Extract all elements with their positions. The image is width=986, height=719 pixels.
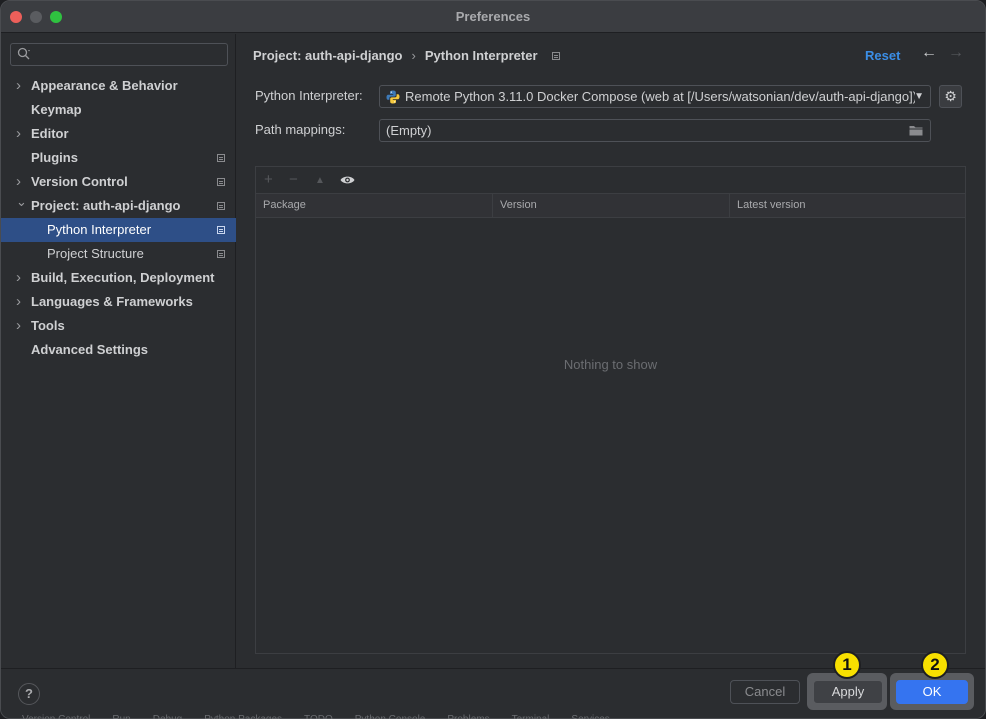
project-settings-icon — [551, 52, 560, 60]
background-tool-window-bar: Version Control Run Debug Python Packages TO… — [0, 710, 986, 719]
project-settings-icon — [217, 178, 225, 186]
tool-window-tab: Problems — [447, 714, 489, 719]
tool-window-tab: Python Console — [355, 714, 426, 719]
sidebar-item-label: Advanced Settings — [31, 342, 149, 357]
python-icon — [386, 90, 400, 104]
sidebar-item-label: Appearance & Behavior — [31, 78, 178, 93]
sidebar-item[interactable]: Project Structure — [1, 242, 236, 266]
empty-state-text: Nothing to show — [563, 357, 658, 372]
cancel-button[interactable]: Cancel — [730, 680, 800, 704]
folder-icon[interactable] — [909, 125, 923, 136]
sidebar-item[interactable]: › Version Control — [1, 170, 236, 194]
sidebar-item[interactable]: › Editor — [1, 122, 236, 146]
gear-icon[interactable]: ⚙ — [939, 85, 962, 108]
sidebar-item-label: Build, Execution, Deployment — [31, 270, 215, 285]
step-badge-ok: 2 — [921, 651, 949, 679]
column-header-package[interactable]: Package — [256, 194, 492, 217]
tool-window-tab: Services — [571, 714, 609, 719]
breadcrumb-project[interactable]: Project: auth-api-django — [253, 48, 403, 63]
path-mappings-field[interactable]: (Empty) — [379, 119, 931, 142]
chevron-down-icon: ▼ — [914, 91, 924, 102]
remove-package-button[interactable]: − — [289, 170, 298, 190]
sidebar-item[interactable]: Keymap — [1, 98, 236, 122]
settings-sidebar: › Appearance & Behavior Keymap › Editor Plugi… — [1, 34, 236, 668]
sidebar-item[interactable]: Python Interpreter — [1, 218, 236, 242]
preferences-window: Preferences › Appearance & Behavior Keymap… — [0, 0, 986, 719]
chevron-right-icon[interactable]: › — [16, 314, 26, 338]
sidebar-item-label: Python Interpreter — [47, 222, 152, 237]
help-button[interactable]: ? — [18, 683, 40, 705]
settings-tree: › Appearance & Behavior Keymap › Editor Plugi… — [1, 74, 236, 362]
chevron-right-icon[interactable]: › — [16, 290, 26, 314]
sidebar-item[interactable]: › Appearance & Behavior — [1, 74, 236, 98]
add-package-button[interactable]: + — [264, 170, 273, 190]
path-mappings-label: Path mappings: — [255, 122, 346, 137]
settings-search-input[interactable] — [10, 43, 228, 66]
sidebar-item-label: Keymap — [31, 102, 82, 117]
ok-button[interactable]: OK — [896, 680, 968, 704]
sidebar-item-label: Editor — [31, 126, 69, 141]
chevron-right-icon[interactable]: › — [16, 74, 26, 98]
reset-link[interactable]: Reset — [865, 46, 900, 66]
project-settings-icon — [217, 226, 225, 234]
sidebar-item-label: Version Control — [31, 174, 128, 189]
project-settings-icon — [217, 202, 225, 210]
sidebar-item[interactable]: Advanced Settings — [1, 338, 236, 362]
breadcrumb: Project: auth-api-django › Python Interpre… — [253, 46, 560, 66]
interpreter-value: Remote Python 3.11.0 Docker Compose (web… — [405, 89, 915, 104]
arrow-left-icon[interactable]: ← — [921, 44, 937, 62]
sidebar-item-label: Project: auth-api-django — [31, 198, 181, 213]
tool-window-tab: Version Control — [22, 714, 90, 719]
sidebar-item[interactable]: › Build, Execution, Deployment — [1, 266, 236, 290]
tool-window-tab: Run — [112, 714, 130, 719]
breadcrumb-separator: › — [411, 48, 416, 63]
eye-icon[interactable] — [340, 174, 355, 186]
column-header-latest-version[interactable]: Latest version — [729, 194, 965, 217]
path-mappings-value: (Empty) — [386, 123, 432, 138]
tool-window-tab: Terminal — [512, 714, 550, 719]
arrow-right-icon[interactable]: → — [948, 44, 964, 62]
sidebar-item[interactable]: Plugins — [1, 146, 236, 170]
column-header-version[interactable]: Version — [492, 194, 729, 217]
settings-content: Project: auth-api-django › Python Interpre… — [237, 34, 985, 668]
window-title: Preferences — [455, 9, 531, 24]
sidebar-item[interactable]: › Tools — [1, 314, 236, 338]
search-icon — [17, 47, 30, 60]
packages-table-header: Package Version Latest version — [256, 193, 965, 218]
step-badge-apply: 1 — [833, 651, 861, 679]
apply-button[interactable]: Apply — [813, 680, 883, 704]
tool-window-tab: Python Packages — [204, 714, 282, 719]
project-settings-icon — [217, 250, 225, 258]
packages-toolbar: + − ▲ — [256, 167, 965, 193]
sidebar-item-label: Project Structure — [47, 246, 144, 261]
breadcrumb-page: Python Interpreter — [424, 48, 538, 63]
sidebar-item-label: Tools — [31, 318, 65, 333]
tool-window-tab: TODO — [304, 714, 333, 719]
tool-window-tab: Debug — [153, 714, 182, 719]
interpreter-dropdown[interactable]: Remote Python 3.11.0 Docker Compose (web… — [379, 85, 931, 108]
title-bar: Preferences — [1, 1, 985, 33]
chevron-right-icon[interactable]: › — [16, 266, 26, 290]
interpreter-label: Python Interpreter: — [255, 88, 363, 103]
upgrade-package-button[interactable]: ▲ — [315, 171, 325, 191]
chevron-down-icon[interactable]: ⌄ — [16, 190, 27, 214]
sidebar-item-label: Plugins — [31, 150, 78, 165]
sidebar-item-label: Languages & Frameworks — [31, 294, 193, 309]
chevron-right-icon[interactable]: › — [16, 122, 26, 146]
project-settings-icon — [217, 154, 225, 162]
packages-panel: + − ▲ Package Version Latest version Not… — [255, 166, 966, 654]
sidebar-item[interactable]: ⌄ Project: auth-api-django — [1, 194, 236, 218]
sidebar-item[interactable]: › Languages & Frameworks — [1, 290, 236, 314]
